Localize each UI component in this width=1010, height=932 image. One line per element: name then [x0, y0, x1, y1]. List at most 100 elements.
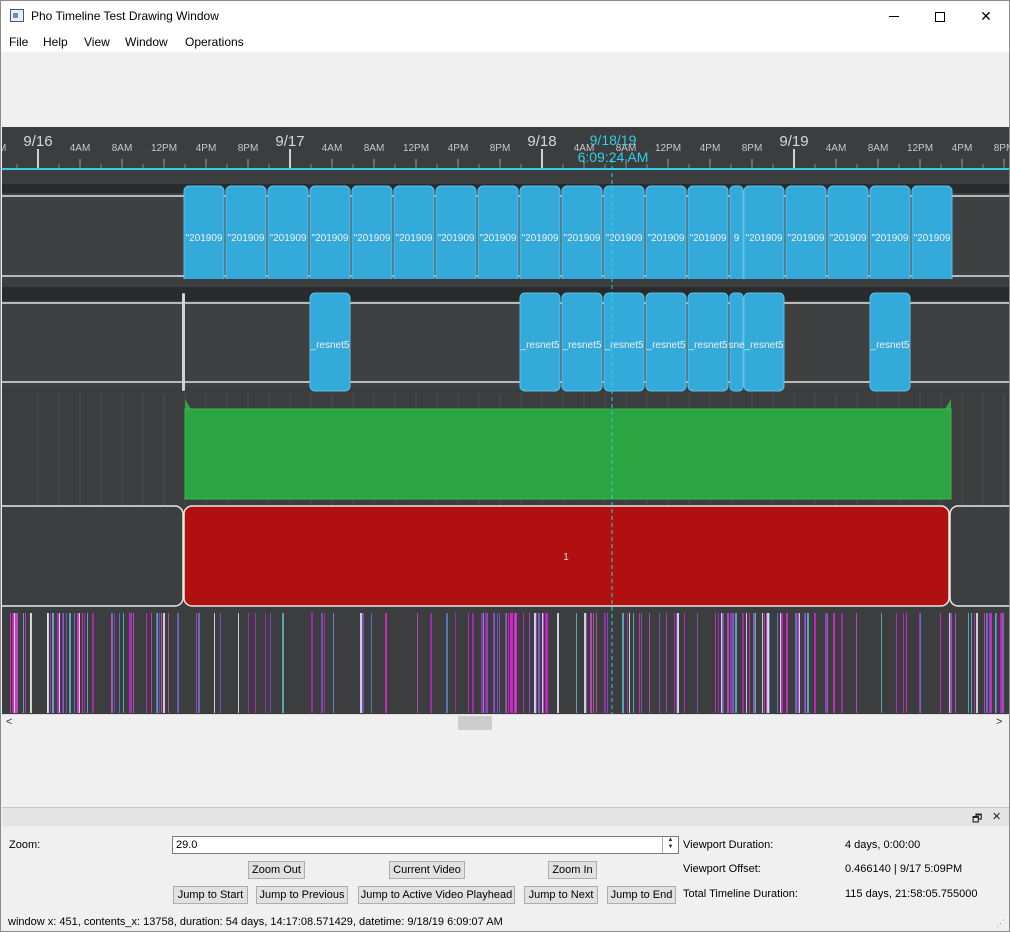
- video-clip-label: "201909: [270, 233, 307, 244]
- video-clip-label: "201909: [606, 233, 643, 244]
- date-label: 9/17: [275, 133, 304, 150]
- event-line: [971, 613, 972, 713]
- date-label: 9/16: [23, 133, 52, 150]
- event-line: [514, 613, 515, 713]
- jump-to-previous-button[interactable]: Jump to Previous: [256, 886, 348, 904]
- app-icon: [10, 9, 24, 22]
- event-line: [906, 613, 907, 713]
- event-line: [265, 613, 266, 713]
- partition-right[interactable]: [949, 505, 1009, 607]
- event-line: [762, 613, 763, 713]
- event-line: [59, 613, 60, 713]
- event-line: [755, 613, 756, 713]
- hour-label: 8PM: [2, 143, 6, 154]
- event-line: [111, 613, 112, 713]
- event-line: [10, 613, 11, 713]
- event-line: [66, 613, 67, 713]
- event-line: [63, 613, 64, 713]
- menu-file[interactable]: File: [9, 35, 28, 49]
- hour-label: 12PM: [907, 143, 933, 154]
- menu-view[interactable]: View: [84, 35, 110, 49]
- hour-label: 8PM: [238, 143, 259, 154]
- current-video-button[interactable]: Current Video: [389, 861, 465, 879]
- zoom-spinbox[interactable]: 29.0 ▲ ▼: [172, 836, 679, 854]
- event-line: [506, 613, 507, 713]
- event-line: [856, 613, 857, 713]
- zoom-out-button[interactable]: Zoom Out: [248, 861, 305, 879]
- event-line: [333, 613, 334, 713]
- partition-label: 1: [563, 552, 569, 563]
- event-line: [596, 613, 597, 713]
- resnet-track[interactable]: [2, 301, 1009, 387]
- event-line: [446, 613, 448, 713]
- total-duration-label: Total Timeline Duration:: [683, 888, 798, 900]
- minimize-button[interactable]: [871, 1, 917, 32]
- dock-title-bar[interactable]: 🗗 ✕: [2, 807, 1009, 826]
- event-line: [777, 613, 778, 713]
- resize-grip-icon[interactable]: ⋰: [996, 918, 1005, 929]
- video-clip-label: "201909: [312, 233, 349, 244]
- menu-help[interactable]: Help: [43, 35, 68, 49]
- event-line: [649, 613, 650, 713]
- video-clips: "201909 "201909 "201909 "201909 "201909 "2019…: [183, 185, 953, 285]
- event-line: [92, 613, 94, 713]
- event-line: [728, 613, 729, 713]
- resnet-clip-label: _resnet5: [688, 340, 728, 351]
- partition-left[interactable]: [2, 505, 184, 607]
- event-line: [321, 613, 323, 713]
- video-clip-label: "201909: [648, 233, 685, 244]
- title-bar[interactable]: Pho Timeline Test Drawing Window ✕: [1, 1, 1009, 32]
- resnet-clip-label: _resnet5: [310, 340, 350, 351]
- zoom-in-button[interactable]: Zoom In: [548, 861, 597, 879]
- menu-operations[interactable]: Operations: [185, 35, 244, 49]
- event-line: [797, 613, 799, 713]
- event-line: [805, 613, 806, 713]
- track-gap: [2, 279, 1009, 287]
- hour-label: 4AM: [826, 143, 847, 154]
- maximize-button[interactable]: [917, 1, 963, 32]
- event-line: [1000, 613, 1002, 713]
- jump-to-start-button[interactable]: Jump to Start: [173, 886, 248, 904]
- horizontal-scrollbar[interactable]: < >: [2, 714, 1009, 731]
- menu-window[interactable]: Window: [125, 35, 168, 49]
- event-line: [238, 613, 239, 713]
- event-line: [593, 613, 594, 713]
- close-dock-icon[interactable]: ✕: [992, 810, 1001, 823]
- event-line: [505, 613, 506, 713]
- hour-label: 4PM: [700, 143, 721, 154]
- timeline-canvas[interactable]: 9/16 9/17 9/18 9/19 8PM 4AM 8AM 12PM 4PM 8PM 4AM 8A…: [2, 127, 1009, 714]
- event-line: [584, 613, 586, 713]
- jump-to-playhead-button[interactable]: Jump to Active Video Playhead: [358, 886, 515, 904]
- event-line: [825, 613, 827, 713]
- event-line: [483, 613, 484, 713]
- event-line: [220, 613, 221, 713]
- track2-header: [2, 287, 1009, 301]
- menu-bar: File Help View Window Operations: [1, 32, 1009, 52]
- scroll-thumb[interactable]: [458, 716, 492, 730]
- hour-label: 8AM: [112, 143, 133, 154]
- hour-label: 12PM: [403, 143, 429, 154]
- jump-to-next-button[interactable]: Jump to Next: [524, 886, 598, 904]
- event-line: [1003, 613, 1004, 713]
- event-line: [385, 613, 387, 713]
- scroll-right-icon[interactable]: >: [996, 716, 1002, 728]
- hour-label: 4AM: [322, 143, 343, 154]
- video-clip-label: "201909: [228, 233, 265, 244]
- resnet-clip-label: _resnet5: [646, 340, 686, 351]
- hour-label: 8PM: [490, 143, 511, 154]
- spin-arrows-icon[interactable]: ▲ ▼: [662, 837, 678, 853]
- scroll-left-icon[interactable]: <: [6, 716, 12, 728]
- event-line: [896, 613, 897, 713]
- event-line: [984, 613, 985, 713]
- event-line: [676, 613, 677, 713]
- green-block[interactable]: [184, 408, 952, 500]
- close-icon: ✕: [980, 8, 992, 24]
- jump-to-end-button[interactable]: Jump to End: [607, 886, 676, 904]
- event-line: [543, 613, 544, 713]
- event-line: [1002, 613, 1003, 713]
- close-button[interactable]: ✕: [963, 1, 1009, 32]
- event-line: [131, 613, 132, 713]
- timeline-view[interactable]: 9/16 9/17 9/18 9/19 8PM 4AM 8AM 12PM 4PM 8PM 4AM 8A…: [2, 127, 1009, 714]
- event-line: [607, 613, 608, 713]
- event-line: [25, 613, 26, 713]
